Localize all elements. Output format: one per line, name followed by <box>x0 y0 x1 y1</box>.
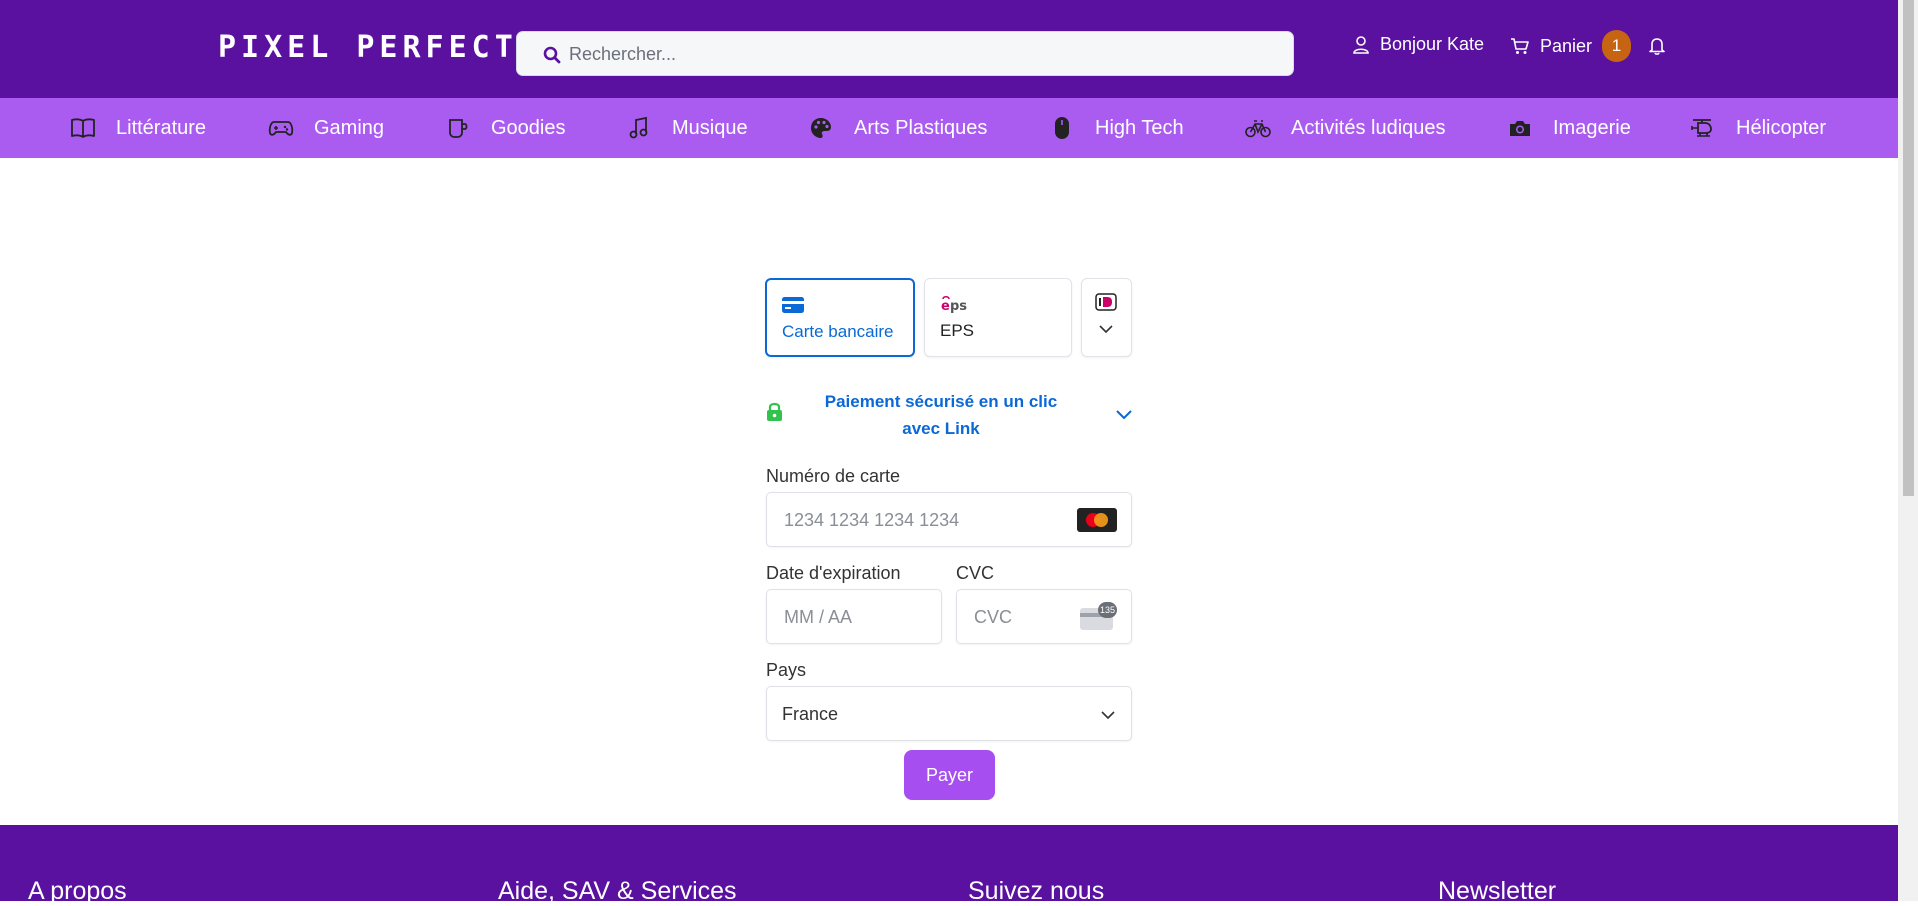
country-label: Pays <box>766 660 807 680</box>
gamepad-icon <box>268 115 294 141</box>
mouse-icon <box>1049 115 1075 141</box>
search-icon <box>543 46 561 64</box>
category-label: High Tech <box>1095 116 1184 139</box>
category-label: Littérature <box>116 116 207 139</box>
notifications-button[interactable] <box>1648 36 1666 61</box>
mug-icon <box>445 115 471 141</box>
category-activites-ludiques[interactable]: Activités ludiques <box>1245 98 1446 158</box>
scrollbar-thumb[interactable] <box>1903 0 1914 496</box>
eps-logo-icon: e ps <box>941 295 967 313</box>
category-label: Musique <box>672 116 748 139</box>
more-payment-methods-button[interactable] <box>1081 278 1132 357</box>
ideal-logo-icon <box>1095 293 1117 311</box>
music-note-icon <box>626 115 652 141</box>
category-helicopter[interactable]: Hélicopter <box>1690 98 1826 158</box>
category-label: Arts Plastiques <box>854 116 988 139</box>
category-high-tech[interactable]: High Tech <box>1049 98 1184 158</box>
mastercard-icon <box>1077 508 1117 532</box>
helicopter-icon <box>1690 115 1716 141</box>
book-icon <box>70 115 96 141</box>
category-musique[interactable]: Musique <box>626 98 748 158</box>
card-number-field[interactable] <box>766 492 1132 548</box>
cart-icon <box>1511 38 1529 54</box>
card-number-input[interactable] <box>782 493 1066 548</box>
credit-card-icon <box>782 297 804 313</box>
cvc-field[interactable]: 135 <box>956 589 1132 645</box>
cart-link[interactable]: Panier 1 <box>1510 30 1632 62</box>
country-select[interactable]: France <box>766 686 1132 741</box>
cvc-input[interactable] <box>972 590 1076 645</box>
category-litterature[interactable]: Littérature <box>70 98 206 158</box>
link-payment-text: Paiement sécurisé en un clic avec Link <box>824 392 1058 438</box>
pay-button[interactable]: Payer <box>904 750 995 800</box>
footer: A propos Aide, SAV & Services Suivez nou… <box>0 825 1898 905</box>
country-value: France <box>782 704 839 724</box>
chevron-down-icon <box>1116 410 1132 420</box>
palette-icon <box>808 115 834 141</box>
site-logo[interactable]: PIXEL PERFECT <box>218 30 518 65</box>
card-number-label: Numéro de carte <box>766 466 901 486</box>
expiry-label: Date d'expiration <box>766 563 901 583</box>
category-gaming[interactable]: Gaming <box>268 98 384 158</box>
lock-icon <box>767 402 782 421</box>
tab-carte-bancaire[interactable]: Carte bancaire <box>765 278 915 357</box>
footer-heading-help: Aide, SAV & Services <box>498 877 737 905</box>
tab-label: EPS <box>940 321 975 340</box>
svg-text:ps: ps <box>950 299 967 313</box>
tab-eps[interactable]: e ps EPS <box>924 278 1072 357</box>
search-bar[interactable] <box>516 31 1294 77</box>
category-label: Activités ludiques <box>1291 116 1446 139</box>
expiry-input[interactable] <box>782 590 936 645</box>
footer-heading-about: A propos <box>28 877 127 905</box>
expiry-field[interactable] <box>766 589 942 645</box>
category-label: Gaming <box>314 116 385 139</box>
cvc-card-icon: 135 <box>1077 602 1117 632</box>
user-greeting: Bonjour Kate <box>1380 34 1485 54</box>
category-nav: Littérature Gaming Goodies Musique Arts … <box>0 98 1898 158</box>
user-icon <box>1353 35 1369 54</box>
category-goodies[interactable]: Goodies <box>445 98 566 158</box>
category-arts-plastiques[interactable]: Arts Plastiques <box>808 98 987 158</box>
footer-heading-newsletter: Newsletter <box>1438 877 1557 905</box>
search-input[interactable] <box>567 32 1271 77</box>
camera-icon <box>1507 115 1533 141</box>
category-label: Goodies <box>491 116 566 139</box>
category-imagerie[interactable]: Imagerie <box>1507 98 1631 158</box>
chevron-down-icon <box>1099 325 1113 334</box>
account-link[interactable]: Bonjour Kate <box>1352 34 1484 55</box>
category-label: Hélicopter <box>1736 116 1827 139</box>
category-label: Imagerie <box>1553 116 1631 139</box>
cart-count-badge: 1 <box>1602 30 1632 62</box>
svg-text:e: e <box>941 299 950 313</box>
footer-heading-follow: Suivez nous <box>968 877 1105 905</box>
top-header: PIXEL PERFECT Bonjour Kate Panier 1 <box>0 0 1898 98</box>
bicycle-icon <box>1245 115 1271 141</box>
link-payment-toggle[interactable]: Paiement sécurisé en un clic avec Link <box>766 386 1132 442</box>
cart-label: Panier <box>1540 35 1593 56</box>
cvc-label: CVC <box>956 563 995 583</box>
bell-icon <box>1649 38 1665 55</box>
tab-label: Carte bancaire <box>782 322 894 341</box>
chevron-down-icon <box>1101 711 1115 720</box>
